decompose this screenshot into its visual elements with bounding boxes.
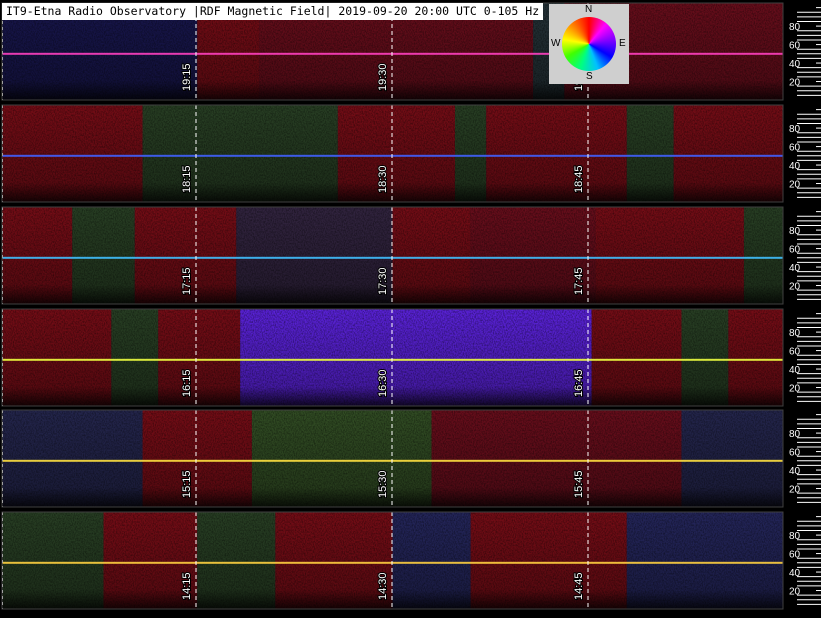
compass-north-label: N: [585, 4, 593, 15]
time-label: 19:15: [181, 63, 193, 91]
time-label: 16:15: [181, 369, 193, 397]
time-label: 15:30: [377, 470, 389, 498]
time-label: 16:30: [377, 369, 389, 397]
spectrogram-panel: 16:15 16:30 16:45 20 40 60 80: [1, 308, 821, 407]
spectrogram-stage: 19:1519:3019:2040608018:1518:3018:452040…: [0, 0, 821, 614]
frequency-tick-label: 80: [789, 226, 801, 237]
time-label: 15:45: [573, 470, 585, 498]
time-label: 15:15: [181, 470, 193, 498]
frequency-tick-label: 20: [789, 78, 801, 89]
frequency-tick-label: 20: [789, 485, 801, 496]
time-label: 17:15: [181, 267, 193, 295]
time-label: 14:45: [573, 572, 585, 600]
frequency-tick-label: 60: [789, 245, 801, 256]
frequency-tick-label: 40: [789, 59, 801, 70]
spectrogram-chart: 19:1519:3019:2040608018:1518:3018:452040…: [1, 2, 821, 610]
frequency-tick-label: 20: [789, 384, 801, 395]
compass-west-label: W: [551, 38, 561, 49]
spectrogram-panel: 18:15 18:30 18:45 20 40 60 80: [1, 104, 821, 203]
frequency-tick-label: 20: [789, 587, 801, 598]
frequency-tick-label: 60: [789, 143, 801, 154]
time-label: 17:45: [573, 267, 585, 295]
compass-rose: N S E W: [549, 4, 629, 84]
spectrogram-panel: 15:15 15:30 15:45 20 40 60 80: [1, 409, 821, 508]
time-label: 14:15: [181, 572, 193, 600]
frequency-tick-label: 40: [789, 466, 801, 477]
compass-color-wheel: [562, 17, 616, 71]
frequency-tick-label: 60: [789, 448, 801, 459]
time-label: 17:30: [377, 267, 389, 295]
spectrogram-panel: 14:15 14:30 14:45 20 40 60 80: [1, 511, 821, 610]
time-label: 18:30: [377, 165, 389, 193]
page-title: IT9-Etna Radio Observatory |RDF Magnetic…: [2, 3, 544, 20]
time-label: 18:15: [181, 165, 193, 193]
frequency-tick-label: 40: [789, 263, 801, 274]
frequency-tick-label: 80: [789, 124, 801, 135]
spectrogram-panel: 17:15 17:30 17:45 20 40 60 80: [1, 206, 821, 305]
compass-east-label: E: [619, 38, 626, 49]
frequency-tick-label: 80: [789, 531, 801, 542]
frequency-tick-label: 80: [789, 429, 801, 440]
frequency-tick-label: 60: [789, 41, 801, 52]
frequency-tick-label: 60: [789, 347, 801, 358]
frequency-tick-label: 40: [789, 161, 801, 172]
time-label: 18:45: [573, 165, 585, 193]
frequency-tick-label: 40: [789, 568, 801, 579]
frequency-tick-label: 20: [789, 282, 801, 293]
time-label: 19:30: [377, 63, 389, 91]
frequency-tick-label: 80: [789, 22, 801, 33]
frequency-tick-label: 60: [789, 550, 801, 561]
frequency-tick-label: 80: [789, 328, 801, 339]
frequency-tick-label: 40: [789, 365, 801, 376]
time-label: 14:30: [377, 572, 389, 600]
compass-south-label: S: [586, 71, 593, 82]
time-label: 16:45: [573, 369, 585, 397]
frequency-tick-label: 20: [789, 180, 801, 191]
